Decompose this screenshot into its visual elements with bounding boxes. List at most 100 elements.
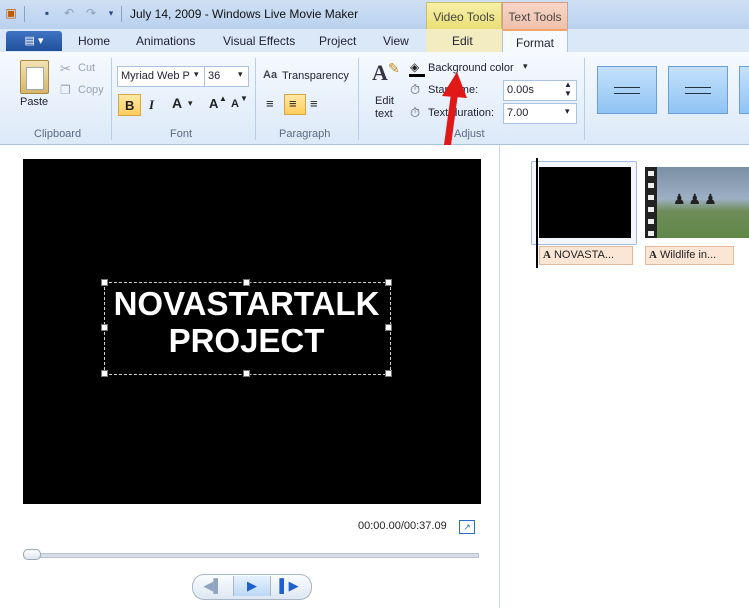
playback-indicator[interactable] bbox=[536, 158, 538, 268]
spin-up-icon[interactable]: ▲ bbox=[564, 80, 572, 89]
start-time-value: 0.00s bbox=[507, 84, 534, 96]
shrink-arrow-icon: ▼ bbox=[240, 94, 248, 103]
filmstrip-edge bbox=[645, 167, 657, 238]
resize-handle[interactable] bbox=[385, 370, 392, 377]
align-right-icon: ≡ bbox=[310, 96, 318, 111]
seek-thumb[interactable] bbox=[23, 549, 41, 560]
paint-bucket-icon: ◈ bbox=[410, 60, 420, 74]
clip-1-caption[interactable]: A NOVASTA... bbox=[539, 246, 633, 265]
clip-2-thumbnail[interactable]: ♟♟♟ bbox=[645, 167, 749, 238]
font-color-button[interactable]: A ▾ bbox=[168, 94, 200, 114]
edit-text-icon: A bbox=[372, 60, 388, 85]
chevron-down-icon: ▾ bbox=[188, 98, 193, 108]
grow-font-label: A bbox=[209, 96, 219, 111]
transparency-button[interactable]: Transparency bbox=[282, 70, 349, 82]
stopwatch-icon: ⏱ bbox=[410, 82, 421, 97]
chevron-down-icon: ▾ bbox=[523, 61, 528, 71]
clipboard-group-label: Clipboard bbox=[34, 128, 82, 140]
align-center-button[interactable]: ≡ bbox=[284, 94, 306, 115]
resize-handle[interactable] bbox=[101, 370, 108, 377]
effect-thumbnail-1[interactable] bbox=[597, 66, 657, 114]
font-family-dropdown[interactable]: Myriad Web P ▾ bbox=[117, 66, 205, 87]
bold-button[interactable]: B bbox=[118, 94, 141, 116]
paste-icon[interactable] bbox=[20, 60, 49, 94]
overlay-title-line-2: PROJECT bbox=[168, 322, 325, 359]
previous-frame-button[interactable]: ◀▌ bbox=[195, 576, 231, 596]
duration-icon: ⏱ bbox=[410, 105, 421, 120]
grow-font-button[interactable]: A ▲ bbox=[206, 94, 227, 114]
text-caption-icon: A bbox=[543, 249, 551, 261]
edit-text-label-1: Edit bbox=[375, 95, 394, 107]
shrink-font-label: A bbox=[231, 98, 239, 110]
group-separator bbox=[584, 58, 585, 140]
redo-icon[interactable]: ↷ bbox=[84, 6, 98, 20]
overlay-title-text[interactable]: NOVASTARTALK PROJECT bbox=[104, 285, 389, 359]
film-hole bbox=[648, 231, 654, 236]
previous-frame-icon: ◀▌ bbox=[203, 578, 223, 593]
save-icon[interactable]: ▪ bbox=[40, 6, 54, 20]
font-family-value: Myriad Web P bbox=[121, 70, 190, 82]
app-icon: ▣ bbox=[5, 6, 17, 20]
next-frame-icon: ▌▶ bbox=[279, 578, 299, 593]
start-time-spinner[interactable]: 0.00s ▲ ▼ bbox=[503, 80, 577, 101]
film-hole bbox=[648, 171, 654, 176]
paste-button-label[interactable]: Paste bbox=[20, 96, 48, 108]
clip-1-thumbnail[interactable] bbox=[539, 167, 631, 238]
tab-project[interactable]: Project bbox=[319, 34, 356, 48]
resize-handle[interactable] bbox=[243, 370, 250, 377]
text-duration-dropdown[interactable]: 7.00 ▾ bbox=[503, 103, 577, 124]
chevron-down-icon: ▾ bbox=[565, 106, 570, 116]
shrink-font-button[interactable]: A ▼ bbox=[228, 94, 248, 114]
align-left-button[interactable]: ≡ bbox=[263, 95, 282, 113]
overlay-title-line-1: NOVASTARTALK bbox=[113, 285, 380, 322]
copy-icon: ❐ bbox=[60, 83, 71, 97]
font-color-label: A bbox=[172, 95, 183, 111]
edit-text-button[interactable]: A ✎ Edit text bbox=[368, 60, 400, 122]
clip-2-caption[interactable]: A Wildlife in... bbox=[645, 246, 734, 265]
group-separator bbox=[358, 58, 359, 140]
customize-quick-access-icon[interactable]: ▾ bbox=[104, 6, 118, 20]
transparency-icon: Aa bbox=[263, 69, 278, 81]
seek-bar[interactable] bbox=[30, 553, 479, 558]
group-separator bbox=[255, 58, 256, 140]
tab-edit[interactable]: Edit bbox=[452, 34, 473, 48]
paragraph-group-label: Paragraph bbox=[279, 128, 331, 140]
pane-divider[interactable] bbox=[499, 145, 500, 608]
play-icon: ▶ bbox=[247, 578, 257, 593]
cut-icon: ✂ bbox=[60, 61, 71, 76]
title-bar: ▣ ▪ ↶ ↷ ▾ July 14, 2009 - Windows Live M… bbox=[0, 0, 749, 29]
playback-timecode: 00:00.00/00:37.09 bbox=[358, 520, 447, 532]
font-size-dropdown[interactable]: 36 ▾ bbox=[204, 66, 249, 87]
background-color-button[interactable]: ◈ Background color ▾ bbox=[408, 60, 533, 80]
undo-icon[interactable]: ↶ bbox=[62, 6, 76, 20]
tab-home[interactable]: Home bbox=[78, 34, 110, 48]
spin-down-icon[interactable]: ▼ bbox=[564, 89, 572, 98]
effect-thumbnail-2[interactable] bbox=[668, 66, 728, 114]
tab-animations[interactable]: Animations bbox=[136, 34, 195, 48]
play-button[interactable]: ▶ bbox=[233, 576, 271, 596]
effect-thumbnail-3[interactable] bbox=[739, 66, 749, 114]
film-hole bbox=[648, 195, 654, 200]
application-menu-button[interactable]: ▤ ▾ bbox=[6, 31, 62, 51]
copy-button[interactable]: Copy bbox=[78, 84, 104, 96]
bold-label: B bbox=[125, 98, 135, 113]
ribbon-tab-row bbox=[0, 29, 749, 53]
group-separator bbox=[111, 58, 112, 140]
text-tools-label: Text Tools bbox=[508, 10, 562, 24]
italic-button[interactable]: I bbox=[143, 94, 163, 114]
tab-format[interactable]: Format bbox=[516, 36, 554, 50]
window-title: July 14, 2009 - Windows Live Movie Maker bbox=[130, 7, 359, 21]
text-tools-context-tab: Text Tools bbox=[502, 2, 568, 31]
tab-visual-effects[interactable]: Visual Effects bbox=[223, 34, 295, 48]
pencil-icon: ✎ bbox=[388, 60, 400, 76]
next-frame-button[interactable]: ▌▶ bbox=[271, 576, 307, 596]
video-tools-context-tab: Video Tools bbox=[426, 2, 502, 31]
tab-view[interactable]: View bbox=[383, 34, 409, 48]
grow-arrow-icon: ▲ bbox=[219, 94, 227, 103]
color-swatch bbox=[409, 74, 425, 77]
align-left-icon: ≡ bbox=[266, 96, 274, 111]
font-group-label: Font bbox=[170, 128, 193, 140]
fullscreen-icon[interactable]: ↗ bbox=[459, 520, 475, 534]
align-right-button[interactable]: ≡ bbox=[307, 95, 326, 113]
cut-button[interactable]: Cut bbox=[78, 62, 95, 74]
